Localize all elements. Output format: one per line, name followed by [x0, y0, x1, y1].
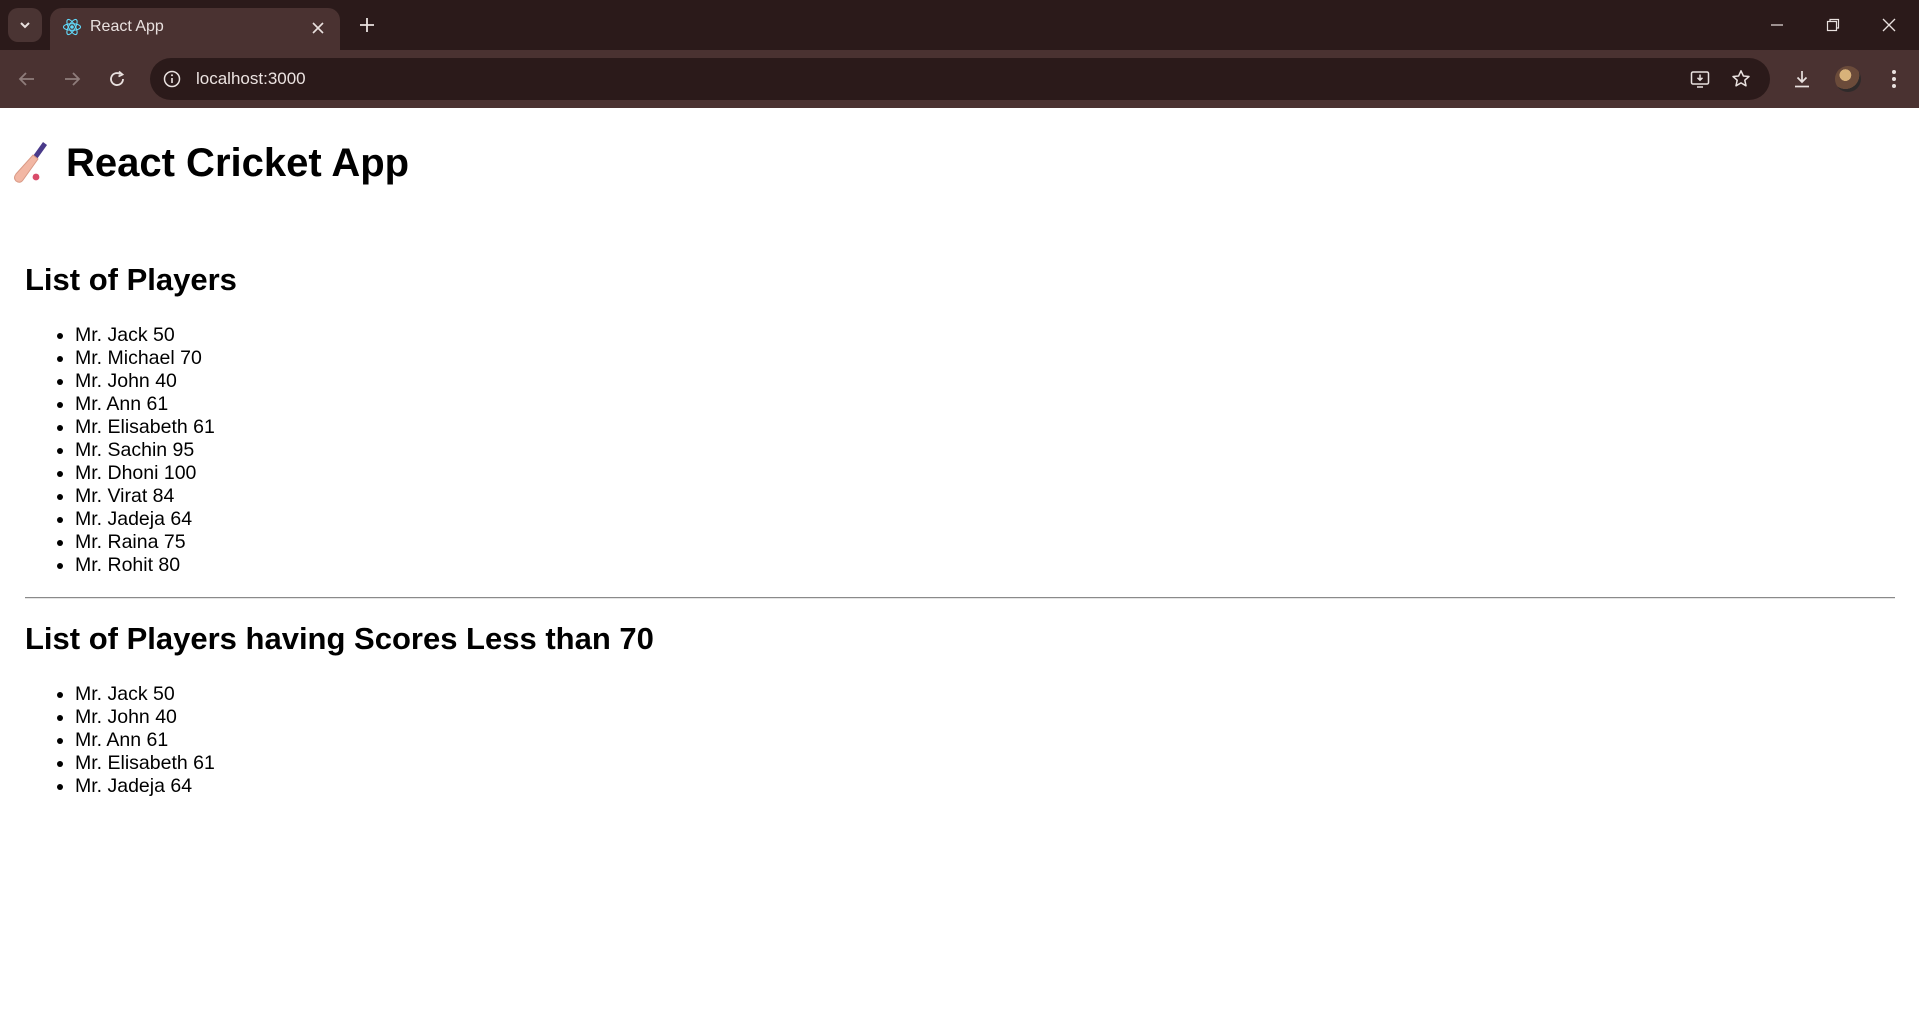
low-scorers-heading: List of Players having Scores Less than …: [25, 621, 654, 656]
list-item: Mr. John 40: [75, 706, 215, 729]
all-players-heading: List of Players: [25, 262, 237, 297]
star-icon: [1732, 70, 1750, 87]
list-item: Mr. Dhoni 100: [75, 462, 215, 485]
close-icon: [312, 22, 324, 34]
list-item: Mr. Elisabeth 61: [75, 752, 215, 775]
download-icon: [1795, 71, 1809, 88]
tab-search-button[interactable]: [8, 8, 42, 42]
reload-icon: [110, 70, 125, 86]
list-item: Mr. Jack 50: [75, 683, 215, 706]
list-item: Mr. Jack 50: [75, 324, 215, 347]
arrow-left-icon: [18, 72, 34, 86]
all-players-list: Mr. Jack 50Mr. Michael 70Mr. John 40Mr. …: [25, 324, 215, 577]
restore-button[interactable]: [1805, 0, 1861, 50]
forward-button[interactable]: [54, 61, 90, 97]
page-content: React Cricket App List of Players Mr. Ja…: [0, 108, 1919, 1018]
address-bar[interactable]: localhost:3000: [150, 58, 1770, 100]
avatar: [1835, 66, 1861, 92]
list-item: Mr. Virat 84: [75, 485, 215, 508]
list-item: Mr. Jadeja 64: [75, 775, 215, 798]
install-app-button[interactable]: [1688, 67, 1712, 91]
info-icon: [163, 70, 181, 88]
browser-toolbar: localhost:3000: [0, 50, 1919, 108]
chevron-down-icon: [20, 22, 30, 29]
list-item: Mr. Ann 61: [75, 393, 215, 416]
minimize-icon: [1771, 24, 1783, 26]
install-icon: [1690, 71, 1710, 88]
app-title: React Cricket App: [12, 140, 409, 186]
browser-tab-active[interactable]: React App: [50, 8, 340, 50]
list-item: Mr. Ann 61: [75, 729, 215, 752]
app-title-text: React Cricket App: [66, 140, 410, 185]
arrow-right-icon: [65, 72, 81, 86]
restore-icon: [1826, 18, 1840, 32]
downloads-button[interactable]: [1784, 61, 1820, 97]
plus-icon: [360, 18, 374, 32]
list-item: Mr. Raina 75: [75, 531, 215, 554]
close-icon: [1882, 18, 1896, 32]
list-item: Mr. Sachin 95: [75, 439, 215, 462]
site-info-button[interactable]: [160, 67, 184, 91]
tab-close-button[interactable]: [306, 16, 330, 40]
more-vertical-icon: [1892, 70, 1896, 88]
divider: [25, 597, 1895, 599]
cricket-bat-icon: [14, 142, 47, 183]
new-tab-button[interactable]: [352, 10, 382, 40]
url-text: localhost:3000: [196, 69, 306, 88]
bookmark-button[interactable]: [1729, 67, 1753, 91]
list-item: Mr. Michael 70: [75, 347, 215, 370]
minimize-button[interactable]: [1749, 0, 1805, 50]
close-window-button[interactable]: [1861, 0, 1917, 50]
list-item: Mr. Rohit 80: [75, 554, 215, 577]
list-item: Mr. Jadeja 64: [75, 508, 215, 531]
browser-tab-strip: React App: [0, 0, 1919, 50]
low-scorers-list: Mr. Jack 50Mr. John 40Mr. Ann 61Mr. Elis…: [25, 683, 215, 798]
list-item: Mr. Elisabeth 61: [75, 416, 215, 439]
browser-menu-button[interactable]: [1876, 61, 1912, 97]
list-item: Mr. John 40: [75, 370, 215, 393]
profile-button[interactable]: [1830, 61, 1866, 97]
reload-button[interactable]: [99, 61, 135, 97]
tab-title: React App: [90, 18, 164, 35]
react-logo-icon: [62, 18, 82, 36]
back-button[interactable]: [9, 61, 45, 97]
